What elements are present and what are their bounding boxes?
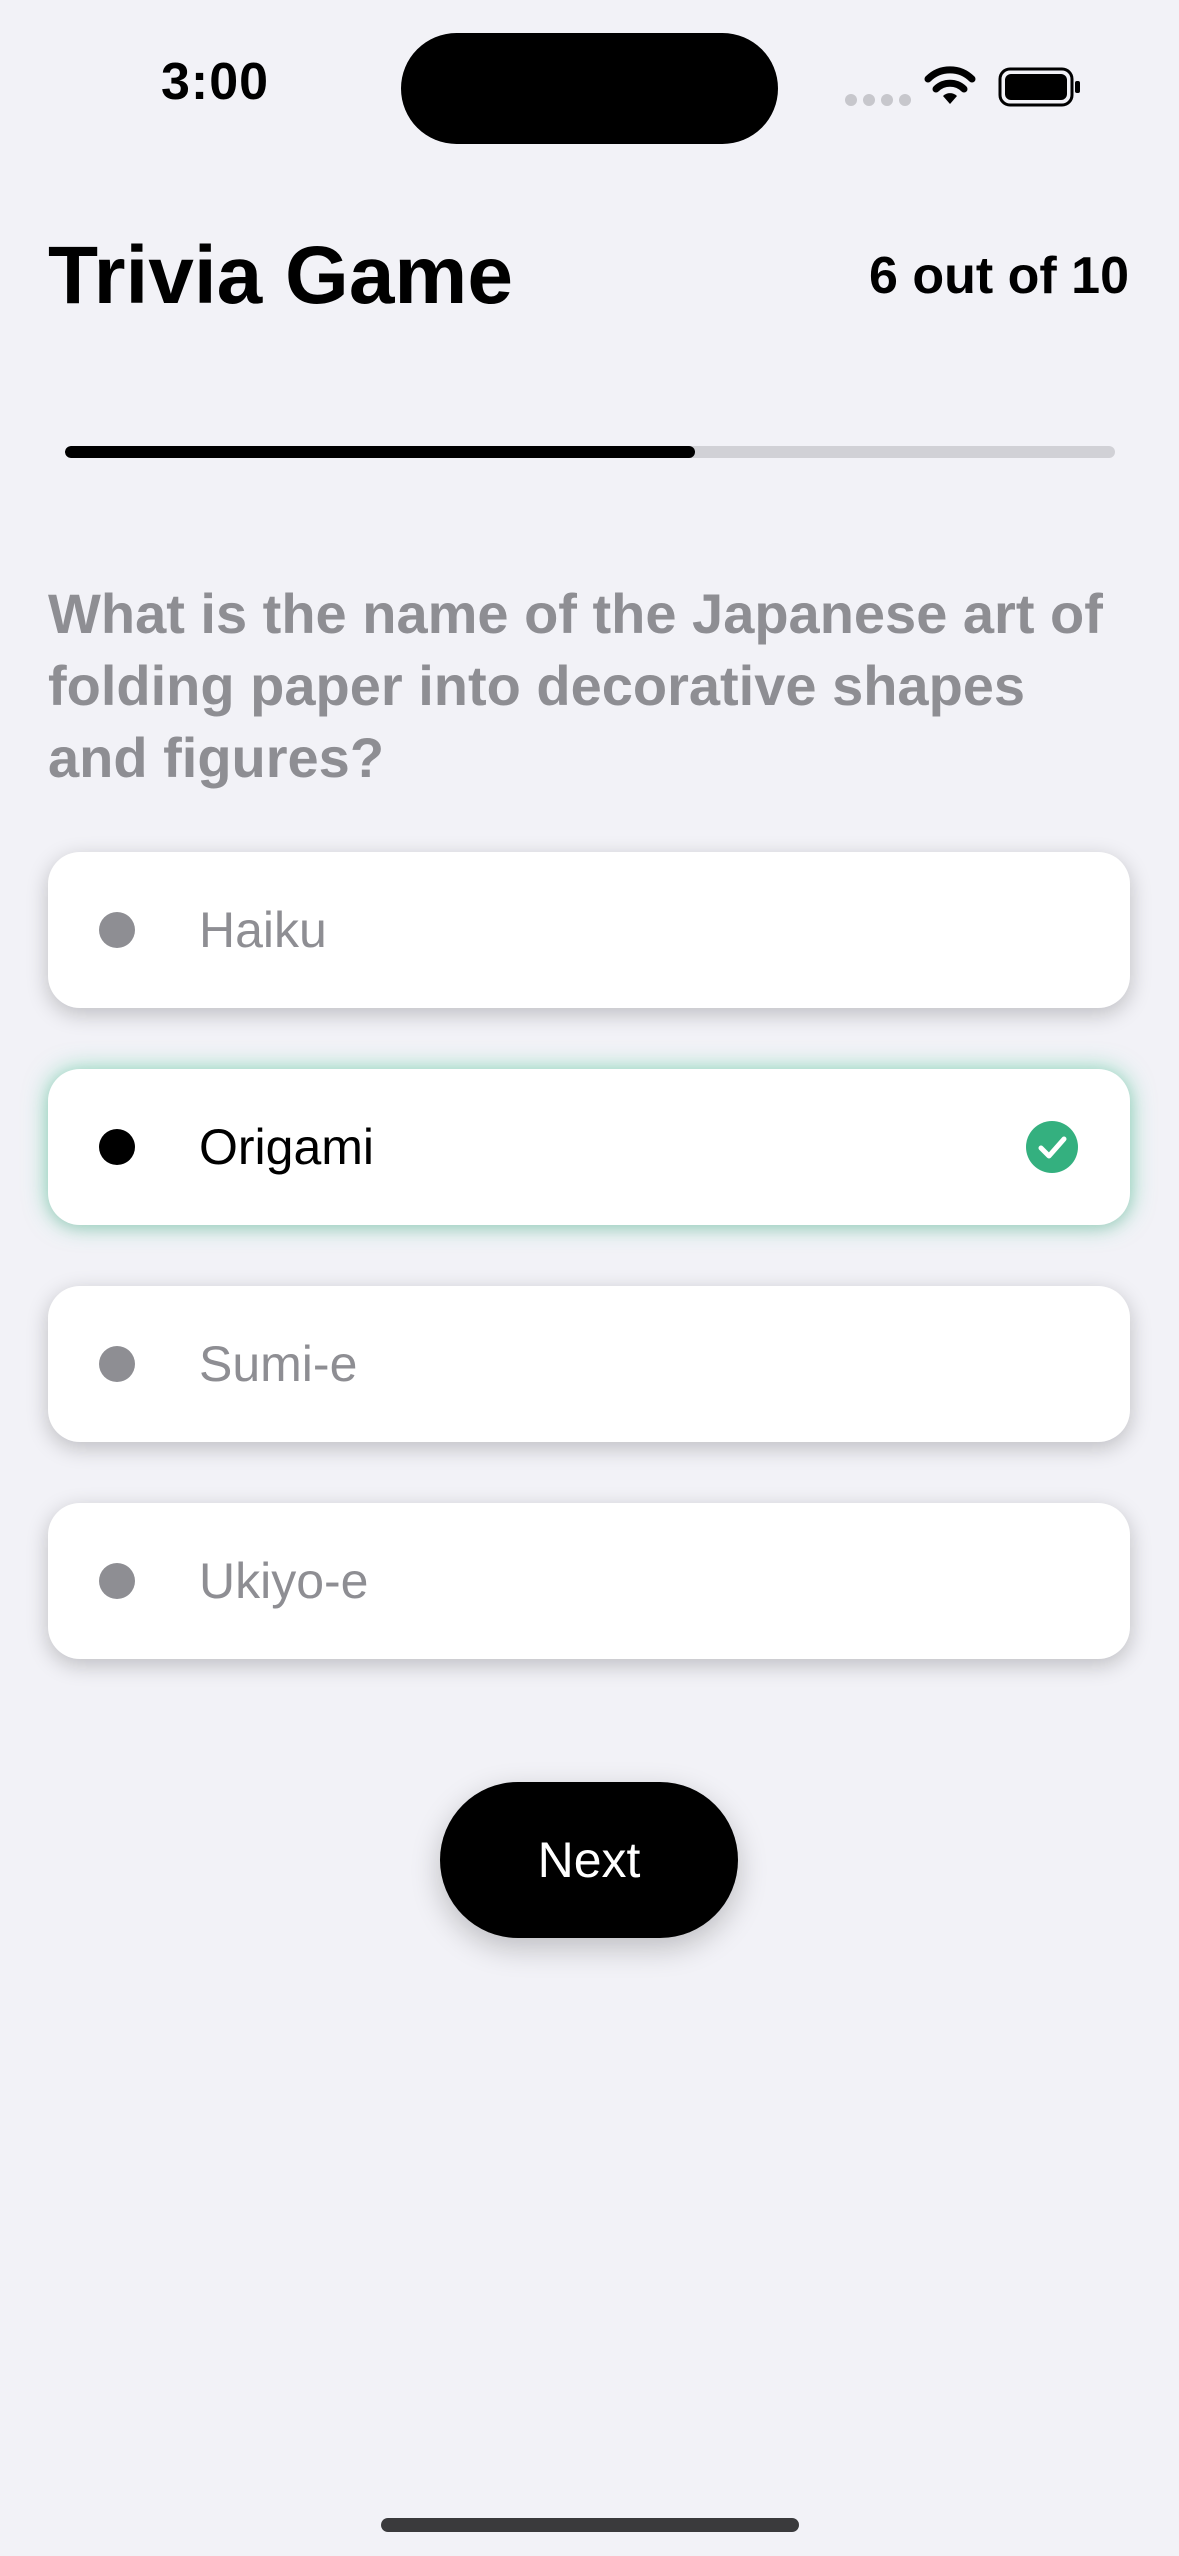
radio-bullet-icon — [99, 912, 135, 948]
answer-option-label: Ukiyo-e — [199, 1553, 369, 1609]
question-text: What is the name of the Japanese art of … — [48, 582, 1103, 789]
answer-option-label: Haiku — [199, 902, 327, 958]
progress-bar-fill — [65, 446, 695, 458]
home-indicator[interactable] — [381, 2518, 799, 2532]
status-bar: 3:00 — [0, 0, 1179, 170]
battery-icon — [998, 67, 1080, 107]
status-time: 3:00 — [160, 53, 270, 111]
answer-option-sumi-e[interactable]: Sumi-e — [48, 1286, 1130, 1442]
page-title: Trivia Game — [48, 230, 513, 321]
answer-option-haiku[interactable]: Haiku — [48, 852, 1130, 1008]
progress-bar — [65, 446, 1115, 458]
question-counter: 6 out of 10 — [868, 247, 1129, 305]
radio-bullet-icon — [99, 1346, 135, 1382]
answer-option-label: Origami — [199, 1119, 375, 1175]
dynamic-island — [401, 33, 778, 144]
wifi-icon — [924, 66, 976, 104]
answer-option-origami[interactable]: Origami — [48, 1069, 1130, 1225]
radio-bullet-icon — [99, 1129, 135, 1165]
cellular-signal-icon — [845, 94, 911, 106]
next-button[interactable]: Next — [440, 1782, 738, 1938]
answer-option-ukiyo-e[interactable]: Ukiyo-e — [48, 1503, 1130, 1659]
radio-bullet-icon — [99, 1563, 135, 1599]
answer-option-label: Sumi-e — [199, 1336, 358, 1392]
checkmark-circle-icon — [1026, 1121, 1078, 1173]
